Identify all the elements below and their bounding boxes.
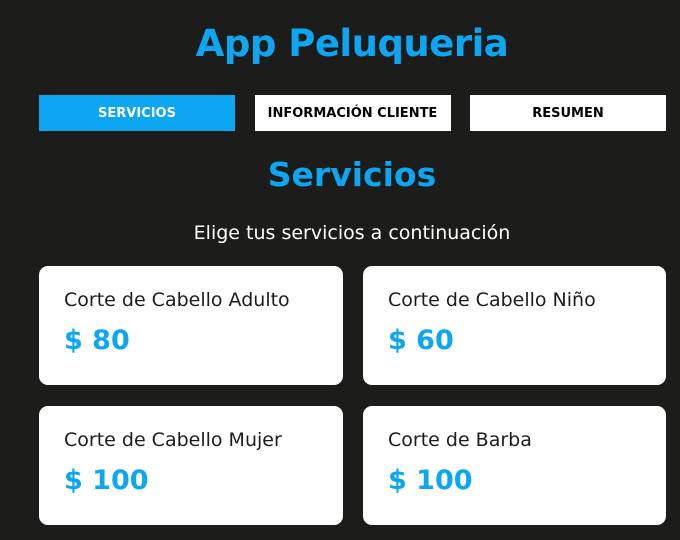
section-title: Servicios	[267, 155, 437, 194]
service-card-barba[interactable]: Corte de Barba $ 100	[363, 406, 666, 525]
page: App Peluqueria SERVICIOS INFORMACIÓN CLI…	[0, 0, 680, 540]
tab-resumen[interactable]: RESUMEN	[470, 95, 666, 131]
service-price: $ 80	[64, 325, 130, 356]
service-price: $ 100	[64, 465, 149, 496]
app-title: App Peluqueria	[195, 22, 509, 65]
service-card-mujer[interactable]: Corte de Cabello Mujer $ 100	[39, 406, 343, 525]
service-name: Corte de Barba	[388, 429, 532, 451]
service-card-nino[interactable]: Corte de Cabello Niño $ 60	[363, 266, 666, 385]
service-name: Corte de Cabello Niño	[388, 289, 596, 311]
tab-informacion-cliente[interactable]: INFORMACIÓN CLIENTE	[254, 95, 451, 131]
section-subtitle: Elige tus servicios a continuación	[193, 222, 511, 244]
service-price: $ 100	[388, 465, 473, 496]
tab-servicios[interactable]: SERVICIOS	[39, 95, 235, 131]
services-grid: Corte de Cabello Adulto $ 80 Corte de Ca…	[39, 266, 666, 525]
tab-navigation: SERVICIOS INFORMACIÓN CLIENTE RESUMEN	[39, 95, 666, 131]
service-card-adulto[interactable]: Corte de Cabello Adulto $ 80	[39, 266, 343, 385]
service-name: Corte de Cabello Adulto	[64, 289, 290, 311]
service-price: $ 60	[388, 325, 454, 356]
service-name: Corte de Cabello Mujer	[64, 429, 282, 451]
